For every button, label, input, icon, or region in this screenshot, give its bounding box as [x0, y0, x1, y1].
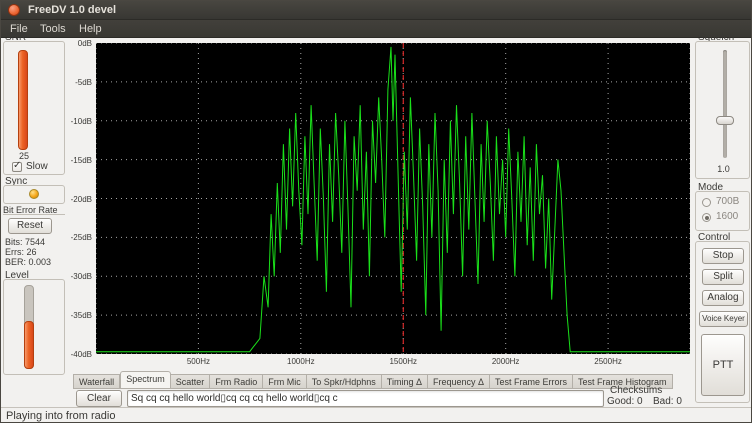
mode-radio-1600[interactable]	[702, 213, 711, 222]
voice-keyer-button[interactable]: Voice Keyer	[699, 311, 748, 327]
y-axis-label: 0dB	[78, 39, 92, 48]
y-axis-label: -30dB	[71, 272, 92, 281]
status-text: Playing into from radio	[6, 410, 115, 422]
mode-groupbox: 700B 1600	[695, 191, 750, 231]
snr-value: 25	[4, 151, 44, 161]
spectrum-trace-svg	[96, 43, 690, 354]
tab-test-frame-errors[interactable]: Test Frame Errors	[490, 374, 573, 389]
level-meter-fill	[24, 321, 34, 369]
freedv-window: FreeDV 1.0 devel File Tools Help SNR 25 …	[0, 0, 752, 423]
tab-frequency-delta[interactable]: Frequency Δ	[428, 374, 490, 389]
checksums-label: Checksums	[610, 385, 662, 396]
slow-checkbox[interactable]	[12, 162, 22, 172]
y-axis-label: -40dB	[71, 350, 92, 359]
x-axis-labels: 500Hz 1000Hz 1500Hz 2000Hz 2500Hz	[96, 357, 690, 367]
menu-tools[interactable]: Tools	[36, 22, 70, 36]
window-title: FreeDV 1.0 devel	[28, 4, 116, 16]
mode-700b-label: 700B	[716, 196, 739, 207]
tab-waterfall[interactable]: Waterfall	[73, 374, 120, 389]
ber-value: BER: 0.003	[5, 257, 51, 267]
reset-button[interactable]: Reset	[8, 218, 52, 234]
y-axis-label: -25dB	[71, 233, 92, 242]
y-axis-label: -10dB	[71, 117, 92, 126]
x-axis-label: 2000Hz	[486, 357, 526, 366]
y-axis-label: -15dB	[71, 156, 92, 165]
tab-frm-radio[interactable]: Frm Radio	[210, 374, 263, 389]
y-axis-label: -20dB	[71, 195, 92, 204]
y-axis-label: -5dB	[75, 78, 92, 87]
squelch-value: 1.0	[696, 164, 751, 174]
y-axis-labels: 0dB-5dB-10dB-15dB-20dB-25dB-30dB-35dB-40…	[67, 43, 94, 354]
tab-spectrum[interactable]: Spectrum	[120, 371, 171, 389]
slow-label: Slow	[26, 161, 48, 172]
x-axis-label: 2500Hz	[588, 357, 628, 366]
spectrum-plot	[96, 43, 690, 354]
clear-button[interactable]: Clear	[76, 390, 122, 407]
x-axis-label: 1000Hz	[281, 357, 321, 366]
titlebar: FreeDV 1.0 devel	[1, 1, 752, 20]
snr-groupbox: 25 Slow	[3, 41, 65, 175]
voice-keyer-text-input[interactable]	[127, 390, 604, 407]
tab-timing-delta[interactable]: Timing Δ	[382, 374, 428, 389]
level-meter	[24, 285, 34, 369]
mode-radio-700b[interactable]	[702, 198, 711, 207]
split-button[interactable]: Split	[702, 269, 744, 285]
menu-help[interactable]: Help	[75, 22, 106, 36]
control-groupbox: Stop Split Analog Voice Keyer PTT	[695, 241, 750, 403]
squelch-slider-handle[interactable]	[716, 116, 734, 125]
squelch-groupbox: 1.0	[695, 41, 750, 179]
tab-scatter[interactable]: Scatter	[171, 374, 211, 389]
ptt-button[interactable]: PTT	[701, 334, 745, 396]
x-axis-label: 500Hz	[178, 357, 218, 366]
y-axis-label: -35dB	[71, 311, 92, 320]
tab-to-spkr-hdphns[interactable]: To Spkr/Hdphns	[307, 374, 382, 389]
level-groupbox	[3, 279, 65, 375]
errors-count: Errs: 26	[5, 247, 37, 257]
sync-groupbox	[3, 185, 65, 204]
ber-groupbox: Reset Bits: 7544 Errs: 26 BER: 0.003	[3, 214, 65, 268]
close-button[interactable]	[8, 4, 20, 16]
squelch-slider-groove	[723, 50, 727, 158]
menubar: File Tools Help	[1, 20, 752, 38]
bits-count: Bits: 7544	[5, 237, 45, 247]
checksums-good: Good: 0	[607, 396, 643, 407]
checksums-bad: Bad: 0	[653, 396, 682, 407]
mode-1600-label: 1600	[716, 211, 738, 222]
tab-bar: Waterfall Spectrum Scatter Frm Radio Frm…	[73, 371, 697, 389]
analog-button[interactable]: Analog	[702, 290, 744, 306]
snr-gauge	[18, 50, 28, 150]
stop-button[interactable]: Stop	[702, 248, 744, 264]
statusbar: Playing into from radio	[1, 407, 752, 423]
sync-led-indicator	[29, 189, 39, 199]
tab-frm-mic[interactable]: Frm Mic	[263, 374, 307, 389]
x-axis-label: 1500Hz	[383, 357, 423, 366]
